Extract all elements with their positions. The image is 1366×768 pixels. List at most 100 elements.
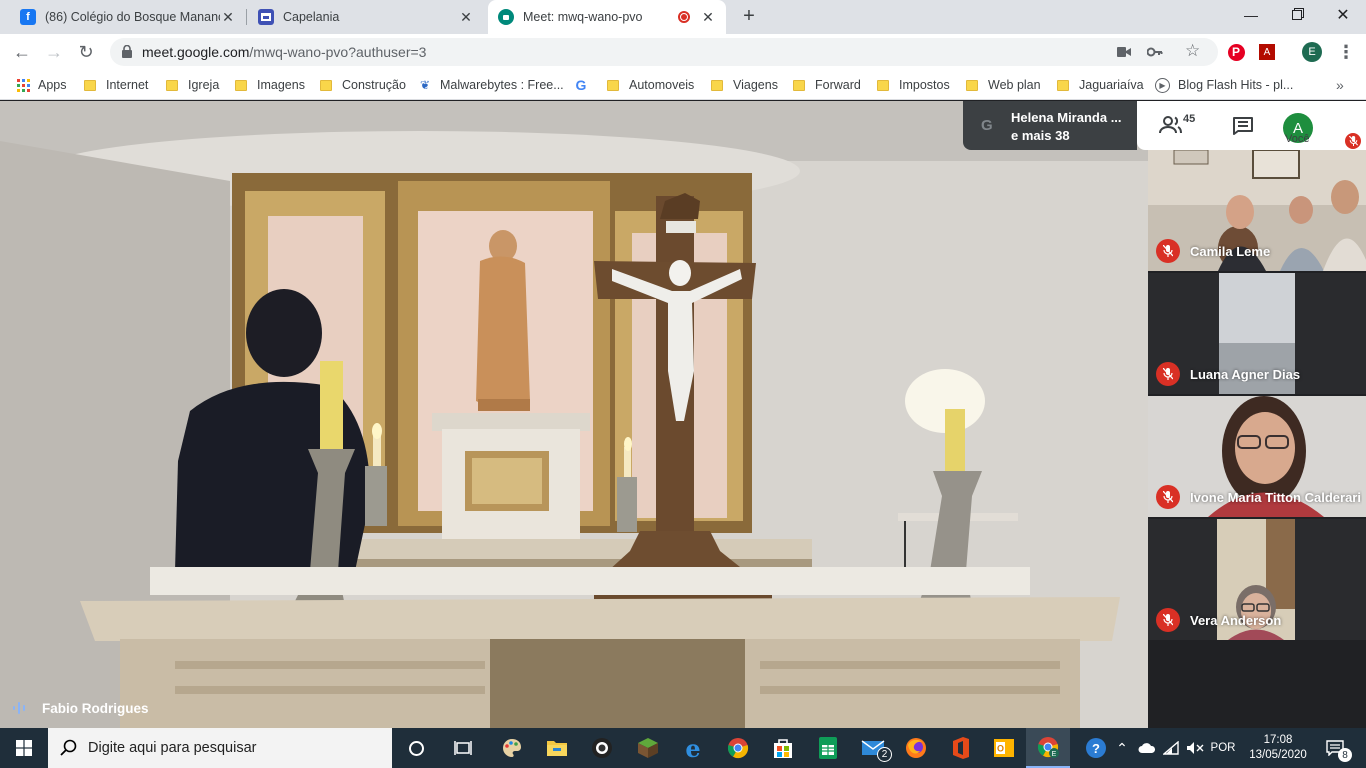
- chrome-icon: [727, 738, 749, 759]
- bookmark-imagens[interactable]: Imagens: [235, 76, 305, 94]
- chrome-active-app[interactable]: E: [1026, 728, 1070, 768]
- bookmark-label: Internet: [106, 78, 149, 92]
- participant-name: Ivone Maria Titton Calderari: [1190, 490, 1361, 505]
- chat-icon: [1233, 117, 1253, 135]
- folder-icon: [1057, 79, 1069, 91]
- cortana-icon: [408, 740, 424, 756]
- start-button[interactable]: [2, 728, 46, 768]
- participant-tile[interactable]: Ivone Maria Titton Calderari: [1148, 396, 1366, 517]
- help-icon[interactable]: ?: [1082, 728, 1110, 768]
- minimize-button[interactable]: —: [1228, 0, 1274, 30]
- onedrive-icon[interactable]: [1136, 728, 1158, 768]
- notifications-badge: 8: [1338, 748, 1352, 762]
- bookmark-label: Viagens: [733, 78, 778, 92]
- folder-icon: [966, 79, 978, 91]
- sheets-icon: [819, 737, 837, 759]
- bookmark-forward[interactable]: Forward: [793, 76, 861, 94]
- tab-capelania[interactable]: Capelania ✕: [248, 0, 484, 34]
- cortana-button[interactable]: [394, 728, 438, 768]
- profile-initial: E: [1302, 42, 1322, 62]
- office-app[interactable]: [939, 728, 983, 768]
- facebook-icon: f: [20, 9, 36, 25]
- webcam-icon: [592, 738, 612, 758]
- back-button[interactable]: ←: [10, 40, 34, 64]
- self-label: Você: [1285, 133, 1310, 145]
- people-button[interactable]: 45: [1159, 113, 1199, 139]
- new-tab-button[interactable]: +: [738, 5, 760, 27]
- acrobat-icon[interactable]: A: [1257, 42, 1277, 62]
- star-bookmark-icon[interactable]: ☆: [1185, 41, 1200, 61]
- task-view-button[interactable]: [441, 728, 485, 768]
- tray-chevron-up-icon[interactable]: ⌃: [1112, 728, 1132, 768]
- malwarebytes-icon: ❦: [419, 78, 431, 92]
- bookmark-igreja[interactable]: Igreja: [166, 76, 219, 94]
- file-explorer-app[interactable]: [535, 728, 579, 768]
- tab-meet[interactable]: Meet: mwq-wano-pvo ✕: [488, 0, 726, 34]
- close-tab-icon[interactable]: ✕: [458, 9, 474, 26]
- notifications-button[interactable]: 8: [1318, 728, 1352, 768]
- svg-text:O: O: [997, 744, 1004, 754]
- bookmark-apps[interactable]: Apps: [16, 76, 67, 94]
- pinterest-icon[interactable]: P: [1226, 42, 1246, 62]
- chrome-app[interactable]: [716, 728, 760, 768]
- folder-icon: [547, 741, 567, 756]
- bookmark-google[interactable]: G: [574, 76, 596, 94]
- main-speaker-name: Fabio Rodrigues: [42, 700, 149, 716]
- bookmark-web-plan[interactable]: Web plan: [966, 76, 1041, 94]
- wifi-icon[interactable]: [1160, 728, 1182, 768]
- chat-button[interactable]: [1233, 117, 1253, 140]
- google-meet-icon: [498, 9, 514, 25]
- forward-button[interactable]: →: [42, 40, 66, 64]
- bookmark-malwarebytes[interactable]: ❦ Malwarebytes : Free...: [418, 76, 564, 94]
- folder-icon: [607, 79, 619, 91]
- firefox-app[interactable]: [894, 728, 938, 768]
- palette-icon: [503, 739, 522, 757]
- more-bookmarks-chevron-icon[interactable]: »: [1336, 76, 1344, 94]
- clock[interactable]: 17:08 13/05/2020: [1246, 728, 1310, 768]
- address-bar[interactable]: meet.google.com/mwq-wano-pvo?authuser=3 …: [110, 38, 1218, 66]
- folder-icon: [320, 79, 332, 91]
- close-tab-icon[interactable]: ✕: [220, 9, 236, 26]
- language-indicator[interactable]: POR: [1208, 728, 1238, 768]
- reload-button[interactable]: ↻: [74, 40, 98, 64]
- bookmark-construcao[interactable]: Construção: [320, 76, 406, 94]
- mail-app[interactable]: 2: [851, 728, 895, 768]
- key-icon[interactable]: [1147, 45, 1163, 59]
- other-participants-chip[interactable]: G Helena Miranda ... e mais 38: [963, 101, 1137, 150]
- bookmark-blog-flash-hits[interactable]: ▶ Blog Flash Hits - pl...: [1155, 76, 1293, 94]
- restore-button[interactable]: [1274, 0, 1320, 30]
- bookmark-impostos[interactable]: Impostos: [877, 76, 950, 94]
- bookmark-jaguariaiva[interactable]: Jaguariaíva: [1057, 76, 1144, 94]
- camera-icon[interactable]: [1117, 46, 1131, 58]
- paint-app[interactable]: [490, 728, 534, 768]
- tab-title: Meet: mwq-wano-pvo: [523, 10, 643, 24]
- tab-facebook[interactable]: f (86) Colégio do Bosque Mananciais ✕: [10, 0, 246, 34]
- muted-mic-icon: [1156, 239, 1180, 263]
- bookmark-internet[interactable]: Internet: [84, 76, 148, 94]
- close-tab-icon[interactable]: ✕: [700, 9, 716, 26]
- participant-tile[interactable]: Camila Leme: [1148, 150, 1366, 271]
- play-icon: ▶: [1155, 77, 1170, 93]
- close-window-button[interactable]: ✕: [1320, 0, 1366, 30]
- bookmark-automoveis[interactable]: Automoveis: [607, 76, 694, 94]
- minecraft-app[interactable]: [626, 728, 670, 768]
- webcam-app[interactable]: [580, 728, 624, 768]
- firefox-icon: [906, 738, 926, 758]
- bookmark-label: Construção: [342, 78, 406, 92]
- muted-mic-icon: [1156, 485, 1180, 509]
- participant-tile[interactable]: Vera Anderson: [1148, 519, 1366, 640]
- taskbar-search-input[interactable]: Digite aqui para pesquisar: [48, 728, 392, 768]
- svg-text:E: E: [1052, 751, 1057, 758]
- sheets-app[interactable]: [806, 728, 850, 768]
- others-count: e mais 38: [1011, 128, 1070, 143]
- participant-tile[interactable]: Luana Agner Dias: [1148, 273, 1366, 394]
- bookmark-viagens[interactable]: Viagens: [711, 76, 778, 94]
- outlook-app[interactable]: O: [982, 728, 1026, 768]
- menu-kebab-icon[interactable]: ⋮: [1336, 42, 1356, 62]
- profile-avatar[interactable]: E: [1302, 42, 1322, 62]
- volume-muted-icon[interactable]: [1184, 728, 1206, 768]
- bookmark-label: Impostos: [899, 78, 950, 92]
- store-app[interactable]: [761, 728, 805, 768]
- edge-app[interactable]: e: [671, 728, 715, 768]
- recording-icon: [678, 11, 690, 23]
